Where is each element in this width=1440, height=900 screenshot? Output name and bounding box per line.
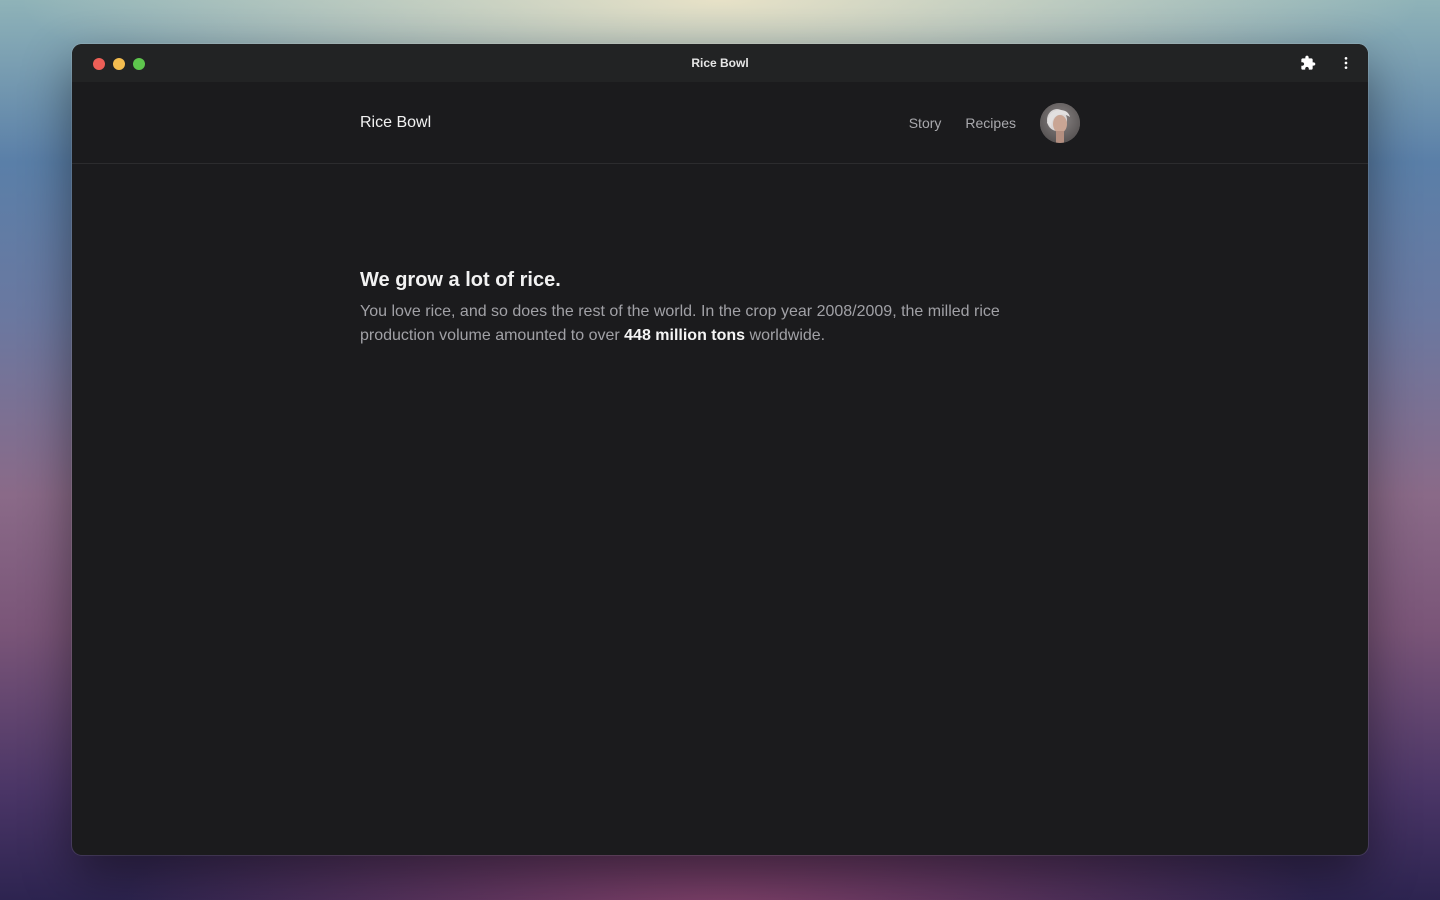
site-brand[interactable]: Rice Bowl	[360, 82, 431, 163]
production-highlight: 448 million tons	[624, 327, 746, 344]
nav-link-story[interactable]: Story	[909, 115, 942, 131]
desktop-background: Rice Bowl Rice Bowl Story Recipes We gro…	[0, 0, 1440, 900]
page-headline: We grow a lot of rice.	[360, 269, 561, 291]
extensions-button[interactable]	[1296, 51, 1320, 75]
main-content: We grow a lot of rice. You love rice, an…	[360, 266, 1040, 348]
puzzle-icon	[1301, 55, 1316, 70]
browser-window: Rice Bowl Rice Bowl Story Recipes We gro…	[72, 44, 1368, 855]
user-avatar-icon	[1040, 102, 1080, 143]
nav-link-recipes[interactable]: Recipes	[965, 115, 1016, 131]
intro-text-end: worldwide.	[745, 327, 826, 344]
avatar[interactable]	[1040, 102, 1080, 143]
intro-paragraph: You love rice, and so does the rest of t…	[360, 300, 1040, 348]
title-bar: Rice Bowl	[72, 44, 1368, 82]
site-header: Rice Bowl Story Recipes	[72, 82, 1368, 164]
more-vertical-icon	[1344, 57, 1348, 69]
window-title: Rice Bowl	[691, 56, 749, 70]
site-nav: Story Recipes	[909, 82, 1080, 163]
browser-menu-button[interactable]	[1334, 51, 1358, 75]
toolbar-actions	[1296, 44, 1358, 82]
